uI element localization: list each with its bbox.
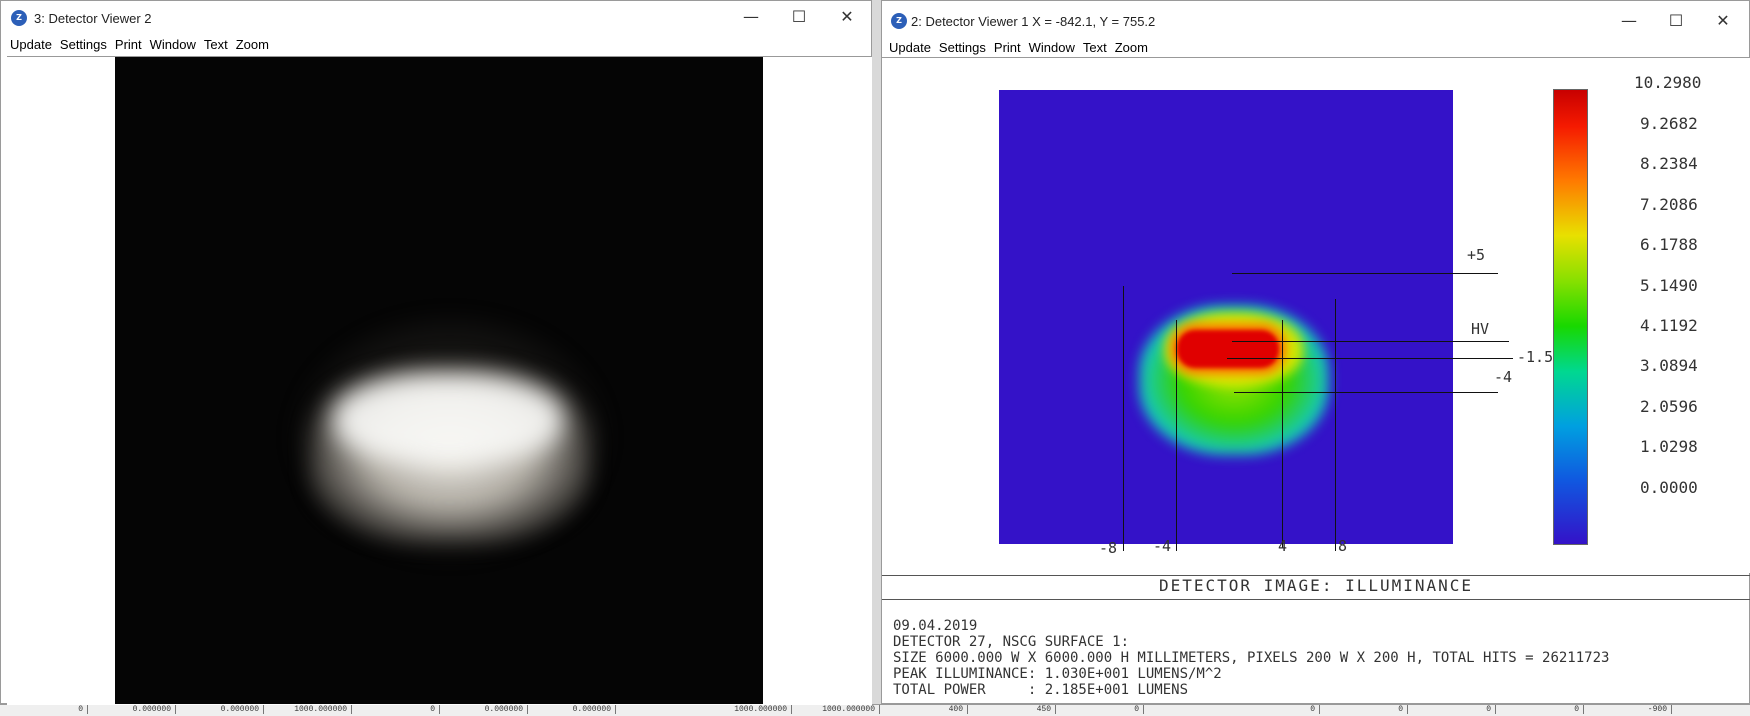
vline-minus8 [1123,286,1124,551]
menu-update[interactable]: Update [6,35,56,55]
menu-print[interactable]: Print [111,35,146,55]
maximize-button[interactable]: ☐ [776,1,822,33]
scale-tick: 2.0596 [1640,397,1698,416]
strip-cell: 0.000000 [440,705,528,714]
menu-settings[interactable]: Settings [56,35,111,55]
strip-cell: 0 [0,705,88,714]
menu-text[interactable]: Text [1079,38,1111,58]
close-button[interactable]: ✕ [824,1,870,33]
scale-tick: 0.0000 [1640,478,1698,497]
menu-window[interactable]: Window [146,35,200,55]
x-label-minus8: -8 [1099,539,1118,557]
scale-tick: 6.1788 [1640,235,1698,254]
strip-cell: 0 [1496,705,1584,714]
strip-cell: 0 [1232,705,1320,714]
strip-cell: 0 [1408,705,1496,714]
color-scale-bar [1553,89,1588,545]
line-plus5 [1232,273,1498,274]
strip-cell: 1000.000000 [704,705,792,714]
title-bar[interactable]: Z 3: Detector Viewer 2 — ☐ ✕ [1,1,871,37]
strip-cell: 0.000000 [176,705,264,714]
strip-cell: 0 [1056,705,1144,714]
strip-cell: 400 [880,705,968,714]
menu-update[interactable]: Update [885,38,935,58]
scale-tick: 4.1192 [1640,316,1698,335]
zemax-app-icon: Z [11,10,27,26]
strip-cell: 1000.000000 [792,705,880,714]
menu-zoom[interactable]: Zoom [1111,38,1152,58]
detector-viewer-1-window: Z 2: Detector Viewer 1 X = -842.1, Y = 7… [881,0,1750,704]
window-title: 3: Detector Viewer 2 [34,11,152,26]
minimize-button[interactable]: — [1606,5,1652,37]
strip-cell: 0 [1320,705,1408,714]
plot-title: DETECTOR IMAGE: ILLUMINANCE [1158,576,1474,595]
annotation-plus5: +5 [1467,246,1486,264]
info-peak: PEAK ILLUMINANCE: 1.030E+001 LUMENS/M^2 [893,666,1222,682]
x-label-4: 4 [1278,537,1288,555]
strip-cell: 450 [968,705,1056,714]
scale-tick: 8.2384 [1640,154,1698,173]
menu-print[interactable]: Print [990,38,1025,58]
vline-4 [1282,320,1283,548]
strip-cell: 0.000000 [528,705,616,714]
x-label-minus4: -4 [1153,537,1172,555]
menu-bar: Update Settings Print Window Text Zoom [885,38,1749,58]
strip-cell: 1000.000000 [264,705,352,714]
info-size: SIZE 6000.000 W X 6000.000 H MILLIMETERS… [893,650,1610,666]
vline-minus4 [1176,320,1177,551]
line-minus1-5 [1227,358,1513,359]
background-status-strip: 0 0.000000 0.000000 1000.000000 0 0.000000 0.0… [0,704,1750,716]
luminance-photo [115,57,763,704]
info-separator [882,599,1750,600]
menu-window[interactable]: Window [1025,38,1079,58]
strip-cell: 0.000000 [88,705,176,714]
viewer-canvas[interactable] [7,56,872,705]
detector-viewer-2-window: Z 3: Detector Viewer 2 — ☐ ✕ Update Setti… [0,0,872,705]
close-button[interactable]: ✕ [1700,5,1746,37]
minimize-button[interactable]: — [728,1,774,33]
annotation-hv: HV [1471,320,1490,338]
line-minus4 [1234,392,1498,393]
menu-zoom[interactable]: Zoom [232,35,273,55]
window-title: 2: Detector Viewer 1 X = -842.1, Y = 755… [911,14,1156,29]
info-detector: DETECTOR 27, NSCG SURFACE 1: [893,634,1130,650]
scale-tick: 5.1490 [1640,276,1698,295]
scale-tick: 1.0298 [1640,437,1698,456]
menu-bar: Update Settings Print Window Text Zoom [6,35,871,55]
title-bar[interactable]: Z 2: Detector Viewer 1 X = -842.1, Y = 7… [882,1,1749,37]
vline-8 [1335,299,1336,551]
scale-tick: 7.2086 [1640,195,1698,214]
menu-settings[interactable]: Settings [935,38,990,58]
scale-tick: 3.0894 [1640,356,1698,375]
annotation-minus4: -4 [1494,368,1513,386]
info-date: 09.04.2019 [893,618,978,634]
scale-tick: 10.2980 [1634,73,1702,92]
scale-tick: 9.2682 [1640,114,1698,133]
hotspot-glow [333,375,563,465]
menu-text[interactable]: Text [200,35,232,55]
detector-plot[interactable]: +5 HV -1.5 -4 -8 -4 4 8 10.2980 9.2682 8… [882,57,1750,576]
illuminance-heatmap [999,90,1453,544]
strip-cell: -900 [1584,705,1672,714]
strip-cell: 0 [352,705,440,714]
line-hv [1232,341,1509,342]
annotation-minus1-5: -1.5 [1517,348,1554,366]
illuminance-peak [1177,330,1279,368]
maximize-button[interactable]: ☐ [1653,5,1699,37]
zemax-app-icon: Z [891,13,907,29]
info-power: TOTAL POWER : 2.185E+001 LUMENS [893,682,1189,698]
x-label-8: 8 [1338,537,1348,555]
